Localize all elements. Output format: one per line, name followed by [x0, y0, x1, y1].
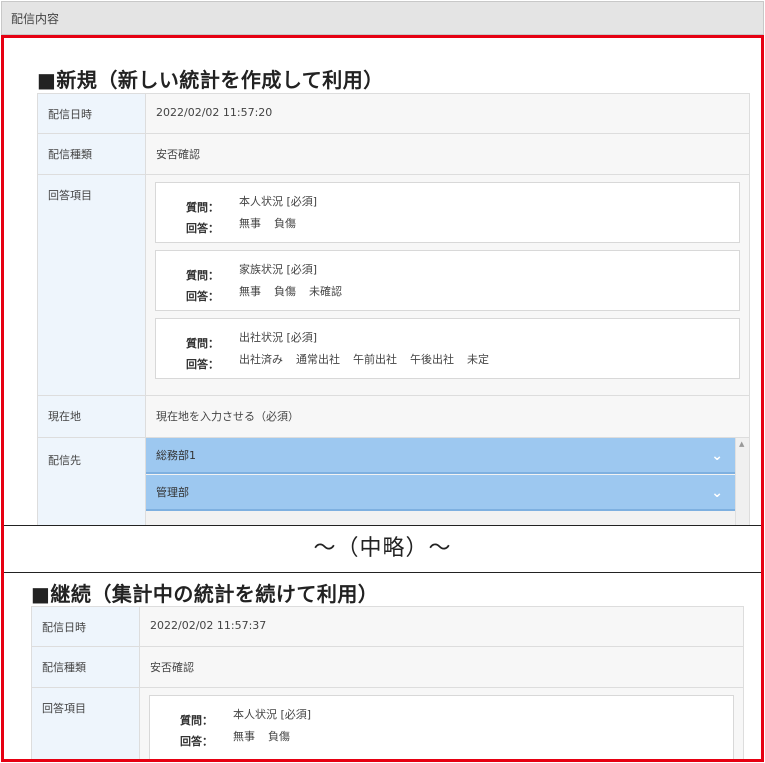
answer-option: 無事	[239, 285, 261, 298]
row-location: 現在地 現在地を入力させる（必須）	[38, 396, 749, 438]
row-date: 配信日時 2022/02/02 11:57:37	[32, 606, 743, 647]
scrollbar[interactable]: ▲	[735, 438, 749, 525]
destination-item[interactable]: 管理部 ⌄	[146, 475, 735, 511]
row-type: 配信種類 安否確認	[38, 134, 749, 175]
value-type: 安否確認	[140, 647, 743, 687]
destination-label: 総務部1	[156, 449, 196, 462]
question-key: 質問：	[186, 201, 219, 214]
destination-item[interactable]: 総務部1 ⌄	[146, 438, 735, 474]
qa-item: 質問： 家族状況 [必須] 回答： 無事 負傷 未確認	[155, 250, 740, 311]
row-type: 配信種類 安否確認	[32, 647, 743, 688]
qa-item: 質問： 本人状況 [必須] 回答： 無事 負傷	[149, 695, 734, 759]
qa-list: 質問： 本人状況 [必須] 回答： 無事 負傷	[140, 688, 743, 759]
question-text: 家族状況 [必須]	[239, 263, 318, 276]
highlight-frame: ■新規（新しい統計を作成して利用） 配信日時 2022/02/02 11:57:…	[1, 35, 764, 762]
section-title: ■新規（新しい統計を作成して利用）	[37, 68, 384, 92]
value-date: 2022/02/02 11:57:37	[140, 607, 743, 646]
label-answers: 回答項目	[32, 688, 140, 759]
omitted-divider: ～（中略）～	[4, 525, 761, 573]
label-date: 配信日時	[38, 94, 146, 133]
answer-option: 未定	[467, 353, 489, 366]
question-text: 本人状況 [必須]	[233, 708, 312, 721]
row-date: 配信日時 2022/02/02 11:57:20	[38, 93, 749, 134]
answer-option: 午後出社	[410, 353, 454, 366]
section-continue: ■継続（集計中の統計を続けて利用） 配信日時 2022/02/02 11:57:…	[4, 573, 761, 759]
answer-key: 回答：	[186, 290, 219, 303]
value-date: 2022/02/02 11:57:20	[146, 94, 749, 133]
answer-key: 回答：	[186, 358, 219, 371]
qa-item: 質問： 出社状況 [必須] 回答： 出社済み 通常出社 午前出社 午後出社 未定	[155, 318, 740, 379]
question-text: 本人状況 [必須]	[239, 195, 318, 208]
row-answers: 回答項目 質問： 本人状況 [必須] 回答： 無事 負傷	[38, 175, 749, 396]
answer-option: 午前出社	[353, 353, 397, 366]
value-location: 現在地を入力させる（必須）	[146, 396, 749, 437]
qa-list: 質問： 本人状況 [必須] 回答： 無事 負傷	[146, 175, 749, 395]
label-type: 配信種類	[32, 647, 140, 687]
label-destination: 配信先	[38, 438, 146, 525]
question-key: 質問：	[186, 337, 219, 350]
answer-option: 負傷	[274, 285, 296, 298]
question-key: 質問：	[186, 269, 219, 282]
label-date: 配信日時	[32, 607, 140, 646]
destination-list: 総務部1 ⌄ 管理部 ⌄ ▲	[146, 438, 749, 525]
answer-key: 回答：	[180, 735, 213, 748]
answer-option: 通常出社	[296, 353, 340, 366]
scroll-up-arrow-icon[interactable]: ▲	[739, 440, 744, 448]
answer-option: 未確認	[309, 285, 342, 298]
answer-option: 無事	[239, 217, 261, 230]
value-type: 安否確認	[146, 134, 749, 174]
chevron-down-icon[interactable]: ⌄	[711, 438, 723, 474]
section-title: ■継続（集計中の統計を続けて利用）	[31, 582, 379, 606]
row-answers: 回答項目 質問： 本人状況 [必須] 回答： 無事 負傷	[32, 688, 743, 759]
chevron-down-icon[interactable]: ⌄	[711, 475, 723, 511]
section-new: ■新規（新しい統計を作成して利用） 配信日時 2022/02/02 11:57:…	[4, 38, 761, 525]
destination-label: 管理部	[156, 486, 189, 499]
detail-table: 配信日時 2022/02/02 11:57:20 配信種類 安否確認 回答項目 …	[37, 93, 750, 525]
page-header: 配信内容	[1, 1, 764, 35]
label-type: 配信種類	[38, 134, 146, 174]
qa-item: 質問： 本人状況 [必須] 回答： 無事 負傷	[155, 182, 740, 243]
question-text: 出社状況 [必須]	[239, 331, 318, 344]
row-destination: 配信先 総務部1 ⌄ 管理部 ⌄ ▲	[38, 438, 749, 525]
answer-key: 回答：	[186, 222, 219, 235]
answer-option: 負傷	[274, 217, 296, 230]
answer-option: 無事	[233, 730, 255, 743]
answer-option: 出社済み	[239, 353, 283, 366]
page-header-title: 配信内容	[11, 12, 60, 26]
detail-table: 配信日時 2022/02/02 11:57:37 配信種類 安否確認 回答項目 …	[31, 606, 744, 759]
label-answers: 回答項目	[38, 175, 146, 395]
label-location: 現在地	[38, 396, 146, 437]
question-key: 質問：	[180, 714, 213, 727]
answer-option: 負傷	[268, 730, 290, 743]
